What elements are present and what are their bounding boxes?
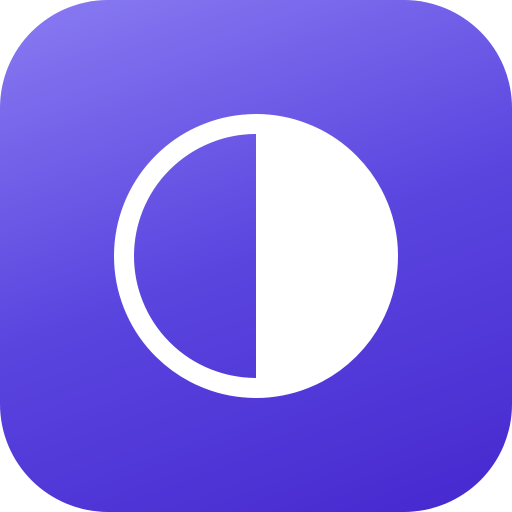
contrast-half-fill [256, 124, 388, 388]
app-icon-tile[interactable] [0, 0, 512, 512]
app-icon-stage [0, 0, 512, 512]
contrast-icon [114, 114, 398, 398]
